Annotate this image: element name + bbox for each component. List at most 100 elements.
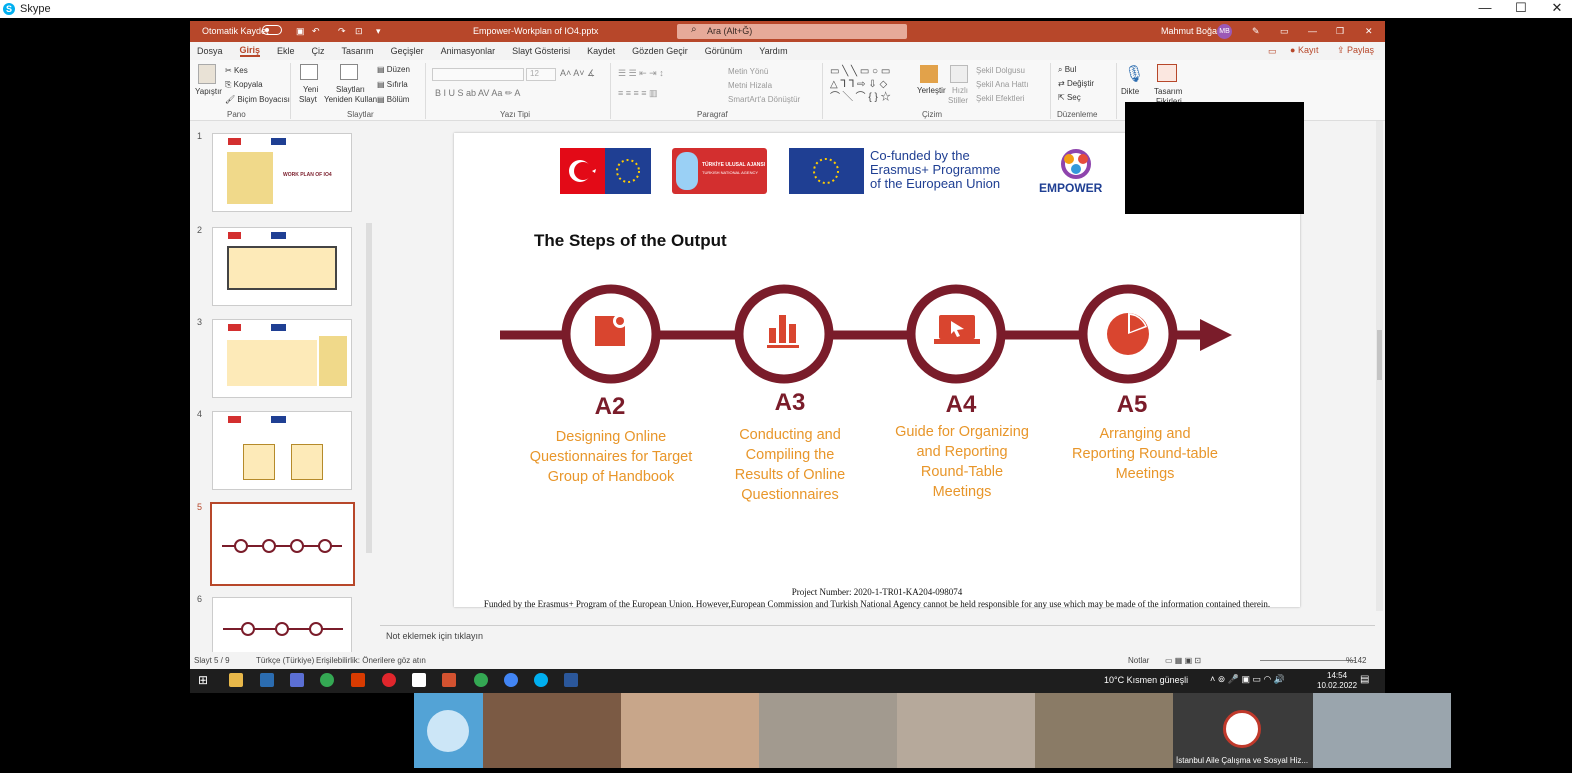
notes-button[interactable]: Notlar: [1128, 656, 1149, 665]
chrome-profile-icon[interactable]: [474, 673, 488, 687]
participant-tile[interactable]: [897, 693, 1035, 768]
present-icon[interactable]: ⊡: [355, 26, 363, 37]
shape-effects-button[interactable]: Şekil Efektleri: [976, 94, 1024, 103]
font-grow-icons[interactable]: A˄ A˅ ∡: [560, 68, 595, 79]
format-painter-button[interactable]: 🖌 Biçim Boyacısı: [225, 95, 290, 104]
store-icon[interactable]: [290, 673, 304, 687]
slide-title[interactable]: The Steps of the Output: [534, 231, 727, 251]
slide-thumbnail-4[interactable]: [212, 411, 352, 490]
section-button[interactable]: ▤ Bölüm: [377, 95, 409, 104]
new-slide-label-2[interactable]: Slayt: [299, 95, 317, 104]
accessibility-status[interactable]: Erişilebilirlik: Önerilere göz atın: [316, 656, 426, 665]
language-status[interactable]: Türkçe (Türkiye): [256, 656, 314, 665]
slide-thumbnail-2[interactable]: [212, 227, 352, 306]
autosave-toggle[interactable]: [262, 25, 282, 35]
reuse-slides-label-2[interactable]: Yeniden Kullan: [324, 95, 377, 104]
share-button[interactable]: ⇪ Paylaş: [1337, 45, 1374, 56]
customize-icon[interactable]: ▾: [376, 26, 381, 37]
replace-button[interactable]: ⇄ Değiştir: [1058, 79, 1094, 88]
shape-fill-button[interactable]: Şekil Dolgusu: [976, 66, 1025, 75]
slide-thumbnail-3[interactable]: [212, 319, 352, 398]
new-slide-label[interactable]: Yeni: [303, 85, 318, 94]
tab-dosya[interactable]: Dosya: [197, 46, 223, 56]
microphone-icon[interactable]: 🎙: [1124, 64, 1144, 84]
tab-animasyonlar[interactable]: Animasyonlar: [441, 46, 496, 56]
participant-tile[interactable]: [1313, 693, 1451, 768]
clock[interactable]: 14:54 10.02.2022: [1317, 671, 1357, 691]
weather-widget[interactable]: 10°C Kısmen güneşli: [1104, 675, 1188, 685]
arrange-icon[interactable]: [920, 65, 938, 83]
chrome-icon[interactable]: [320, 673, 334, 687]
minimize-button[interactable]: —: [1470, 0, 1500, 16]
paste-icon[interactable]: [198, 64, 216, 84]
designer-button[interactable]: Tasarım: [1154, 87, 1182, 96]
font-size-select[interactable]: 12: [526, 68, 556, 81]
shapes-gallery[interactable]: ▭ ╲ ╲ ▭ ○ ▭ △ ⅂ ⅂ ⇨ ⇩ ◇ ⌒ ╲ ⌒ { } ☆: [830, 65, 910, 104]
slide-thumbnail-1[interactable]: WORK PLAN OF IO4: [212, 133, 352, 212]
tab-slayt-gosterisi[interactable]: Slayt Gösterisi: [512, 46, 570, 56]
designer-icon[interactable]: [1157, 64, 1177, 82]
select-button[interactable]: ⇱ Seç: [1058, 93, 1081, 102]
pen-icon[interactable]: ✎: [1252, 26, 1260, 37]
arrange-button[interactable]: Yerleştir: [917, 86, 946, 95]
close-button[interactable]: ✕: [1542, 0, 1572, 16]
mail-icon[interactable]: [260, 673, 274, 687]
slide-thumbnail-6[interactable]: [212, 597, 352, 657]
participant-tile[interactable]: [483, 693, 621, 768]
view-buttons[interactable]: ▭ ▦ ▣ ⊡: [1165, 656, 1201, 665]
layout-button[interactable]: ▤ Düzen: [377, 65, 410, 74]
skype-taskbar-icon[interactable]: [534, 673, 548, 687]
ppt-maximize-icon[interactable]: ❐: [1336, 26, 1344, 37]
file-explorer-icon[interactable]: [229, 673, 243, 687]
font-style-icons[interactable]: B I U S ab AV Aa ✏ A: [435, 88, 520, 99]
tab-gecisler[interactable]: Geçişler: [391, 46, 424, 56]
file-name[interactable]: Empower-Workplan of IO4.pptx: [473, 26, 598, 36]
reset-button[interactable]: ▤ Sıfırla: [377, 80, 408, 89]
ribbon-display-icon[interactable]: ▭: [1280, 26, 1289, 37]
search-input[interactable]: Ara (Alt+Ğ): [677, 24, 907, 39]
record-button[interactable]: ● Kayıt: [1290, 45, 1318, 55]
tab-tasarim[interactable]: Tasarım: [342, 46, 374, 56]
notepad-icon[interactable]: [412, 673, 426, 687]
list-icons[interactable]: ☰ ☰ ⇤ ⇥ ↕: [618, 68, 664, 79]
paste-button[interactable]: Yapıştır: [195, 87, 222, 96]
text-direction-button[interactable]: Metin Yönü: [728, 67, 768, 76]
quick-styles-label[interactable]: Hızlı: [952, 86, 968, 95]
slide-thumbnail-5[interactable]: [210, 502, 355, 586]
office-icon[interactable]: [351, 673, 365, 687]
maximize-button[interactable]: ☐: [1506, 0, 1536, 16]
chrome-profile-2-icon[interactable]: [504, 673, 518, 687]
ppt-close-icon[interactable]: ✕: [1365, 26, 1373, 37]
powerpoint-taskbar-icon[interactable]: [442, 673, 456, 687]
notes-pane[interactable]: Not eklemek için tıklayın: [380, 625, 1375, 645]
find-button[interactable]: ⌕ Bul: [1058, 65, 1076, 75]
zoom-level[interactable]: %142: [1346, 656, 1366, 665]
reuse-slides-label[interactable]: Slaytları: [336, 85, 365, 94]
copy-button[interactable]: ⎘ Kopyala: [225, 80, 263, 90]
font-family-select[interactable]: [432, 68, 524, 81]
opera-icon[interactable]: [382, 673, 396, 687]
slide-scrollbar-thumb[interactable]: [1377, 330, 1382, 380]
align-text-button[interactable]: Metni Hizala: [728, 81, 772, 90]
tab-yardim[interactable]: Yardım: [759, 46, 787, 56]
participant-tile[interactable]: [621, 693, 759, 768]
align-icons[interactable]: ≡ ≡ ≡ ≡ ▥: [618, 88, 658, 99]
participant-tile-avatar[interactable]: [414, 693, 483, 768]
reuse-slides-icon[interactable]: [340, 64, 358, 80]
tab-gozden-gecir[interactable]: Gözden Geçir: [632, 46, 688, 56]
avatar[interactable]: MB: [1217, 24, 1232, 39]
quick-styles-icon[interactable]: [950, 65, 968, 83]
thumbnails-scrollbar[interactable]: [366, 223, 372, 553]
new-slide-icon[interactable]: [300, 64, 318, 80]
tab-ciz[interactable]: Çiz: [312, 46, 325, 56]
comments-icon[interactable]: ▭: [1268, 46, 1277, 57]
smartart-button[interactable]: SmartArt'a Dönüştür: [728, 95, 800, 104]
redo-icon[interactable]: ↷: [338, 26, 346, 37]
participant-tile[interactable]: [1035, 693, 1173, 768]
tab-kaydet[interactable]: Kaydet: [587, 46, 615, 56]
dictate-button[interactable]: Dikte: [1121, 87, 1139, 96]
system-tray-icons[interactable]: ˄ ⊚ 🎤 ▣ ▭ ◠ 🔊: [1210, 674, 1285, 685]
quick-styles-label-2[interactable]: Stiller: [948, 96, 968, 105]
shape-outline-button[interactable]: Şekil Ana Hattı: [976, 80, 1028, 89]
tab-giris[interactable]: Giriş: [239, 45, 261, 57]
